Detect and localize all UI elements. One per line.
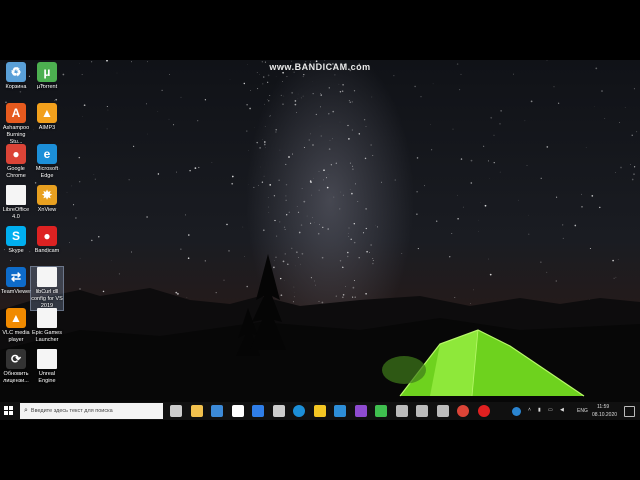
dropbox-icon[interactable] <box>252 405 264 417</box>
google-chrome-icon: ● <box>6 144 26 164</box>
monitor-icon[interactable] <box>416 405 428 417</box>
taskbar-search[interactable]: ⌕ Введите здесь текст для поиска <box>20 403 163 419</box>
people-icon[interactable] <box>512 407 521 416</box>
desktop-icon-xnview[interactable]: ✸ XnView <box>31 185 63 214</box>
sticky-app-icon[interactable] <box>272 405 285 417</box>
desktop-icon-bandicam[interactable]: ● Bandicam <box>31 226 63 255</box>
search-placeholder: Введите здесь текст для поиска <box>30 408 113 414</box>
desktop-icon-microsoft-edge[interactable]: e Microsoft Edge <box>31 144 63 180</box>
skype-icon: S <box>6 226 26 246</box>
record-icon[interactable] <box>477 405 490 417</box>
mail-icon[interactable] <box>211 405 223 417</box>
file-explorer-icon[interactable] <box>190 405 203 417</box>
desktop-icon-teamviewer[interactable]: ⇄ TeamViewer <box>0 267 32 296</box>
windows-icon <box>4 406 14 415</box>
network-icon[interactable]: ▭ <box>548 407 553 413</box>
desktop-icon-label: Корзина <box>5 84 27 90</box>
desktop-icon-label: Ashampoo Burning Stu... <box>2 125 30 145</box>
clock-time[interactable]: 11:59 <box>597 404 609 410</box>
desktop-icon-ashampoo[interactable]: A Ashampoo Burning Stu... <box>0 103 32 146</box>
desktop-icon-label: Обновить лицензи... <box>3 371 29 384</box>
language-indicator[interactable]: ENG <box>577 408 588 414</box>
visual-studio-icon[interactable] <box>354 405 367 417</box>
utorrent-icon: µ <box>37 62 57 82</box>
vscode-icon[interactable] <box>334 405 346 417</box>
notifications-icon[interactable] <box>624 406 635 417</box>
desktop-icon-utorrent[interactable]: µ µTorrent <box>31 62 63 91</box>
task-view-icon[interactable] <box>170 405 182 417</box>
desktop-icon-label: Epic Games Launcher <box>32 330 62 343</box>
desktop-icon-google-chrome[interactable]: ● Google Chrome <box>0 144 32 180</box>
desktop-icon-skype[interactable]: S Skype <box>0 226 32 255</box>
desktop-icon-recycle-bin[interactable]: ♻ Корзина <box>0 62 32 91</box>
recycle-bin-icon: ♻ <box>6 62 26 82</box>
taskbar: ⌕ Введите здесь текст для поиска ˄ ▮ ▭ ◀… <box>0 402 640 420</box>
window-icon[interactable] <box>436 405 449 417</box>
teamviewer-icon: ⇄ <box>6 267 26 287</box>
microsoft-edge-icon: e <box>37 144 57 164</box>
desktop-icon-aimp3[interactable]: ▲ AIMP3 <box>31 103 63 132</box>
chat-icon[interactable] <box>375 405 387 417</box>
microphone-icon[interactable]: ▮ <box>538 407 541 413</box>
libcurl-config-icon <box>37 267 57 287</box>
desktop-icon-label: AIMP3 <box>38 125 56 131</box>
desktop-icon-label: Bandicam <box>34 248 60 254</box>
landscape <box>0 254 640 420</box>
desktop-icon-epic-games[interactable]: Epic Games Launcher <box>31 308 63 344</box>
desktop-icon-label: LibreOffice 4.0 <box>2 207 30 220</box>
xnview-icon: ✸ <box>37 185 57 205</box>
desktop: www.BANDICAM.com ♻ Корзина µ µTorrent A Asham… <box>0 60 640 420</box>
desktop-icon-update-licenses[interactable]: ⟳ Обновить лицензи... <box>0 349 32 385</box>
volume-icon[interactable]: ◀ <box>560 407 564 413</box>
ashampoo-icon: A <box>6 103 26 123</box>
desktop-icon-vlc[interactable]: ▲ VLC media player <box>0 308 32 344</box>
update-licenses-icon: ⟳ <box>6 349 26 369</box>
notes-icon[interactable] <box>313 405 326 417</box>
bandicam-icon: ● <box>37 226 57 246</box>
edge-icon[interactable] <box>293 405 305 417</box>
desktop-icon-label: VLC media player <box>2 330 30 343</box>
desktop-icon-label: XnView <box>37 207 57 213</box>
desktop-icon-libreoffice[interactable]: LibreOffice 4.0 <box>0 185 32 221</box>
amazon-icon[interactable] <box>231 405 244 417</box>
libreoffice-icon <box>6 185 26 205</box>
desktop-icon-libcurl-config[interactable]: libCurl dll config for VS 2019 <box>30 266 64 311</box>
chrome-icon[interactable] <box>457 405 469 417</box>
desktop-icon-label: TeamViewer <box>0 289 32 295</box>
desktop-icon-label: Google Chrome <box>6 166 26 179</box>
unreal-engine-icon <box>37 349 57 369</box>
epic-games-icon <box>37 308 57 328</box>
start-button[interactable] <box>4 406 14 416</box>
search-icon: ⌕ <box>24 407 28 414</box>
desktop-icon-unreal-engine[interactable]: Unreal Engine <box>31 349 63 385</box>
tray-chevron-icon[interactable]: ˄ <box>528 407 531 413</box>
desktop-icon-label: Unreal Engine <box>38 371 56 384</box>
desktop-icons: ♻ Корзина µ µTorrent A Ashampoo Burning Stu..… <box>0 60 70 400</box>
aimp3-icon: ▲ <box>37 103 57 123</box>
vlc-icon: ▲ <box>6 308 26 328</box>
desktop-icon-label: Microsoft Edge <box>35 166 59 179</box>
desktop-icon-label: libCurl dll config for VS 2019 <box>31 289 63 309</box>
desktop-icon-label: µTorrent <box>36 84 58 90</box>
terminal-icon[interactable] <box>395 405 408 417</box>
desktop-icon-label: Skype <box>8 248 24 254</box>
clock-date[interactable]: 08.10.2020 <box>592 412 617 418</box>
